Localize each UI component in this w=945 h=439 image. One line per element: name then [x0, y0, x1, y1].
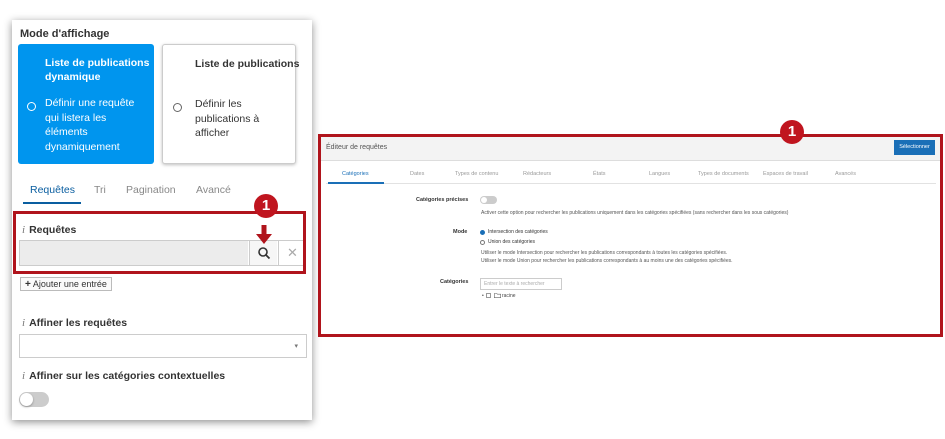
contextual-categories-label: i Affiner sur les catégories contextuelle… — [22, 370, 226, 382]
intersection-option-label: Intersection des catégories — [488, 229, 548, 235]
mode-help-union: Utiliser le mode Union pour rechercher l… — [481, 258, 733, 264]
tab-dates[interactable]: Dates — [410, 171, 424, 177]
active-tab-indicator — [23, 202, 81, 204]
query-editor-tabs: Catégories Dates Types de contenu Rédact… — [326, 168, 936, 184]
tree-bullet: • — [482, 293, 484, 299]
tab-workspaces[interactable]: Espaces de travail — [763, 171, 808, 177]
tab-avance[interactable]: Avancé — [196, 184, 231, 196]
tab-pagination[interactable]: Pagination — [126, 184, 176, 196]
folder-icon — [493, 293, 501, 299]
plus-icon: + — [25, 279, 31, 290]
card-static-list-description: Définir les publications à afficher — [195, 98, 260, 139]
union-option-label: Union des catégories — [488, 239, 535, 245]
refine-requests-select[interactable]: ▾ — [19, 334, 307, 358]
tab-categories[interactable]: Catégories — [342, 171, 369, 177]
callout-badge-right: 1 — [780, 120, 804, 144]
select-button[interactable]: Sélectionner — [894, 140, 935, 155]
category-tree: • racine — [482, 293, 516, 299]
tab-content-types[interactable]: Types de contenu — [455, 171, 498, 177]
refine-requests-label: i Affiner les requêtes — [22, 317, 128, 329]
card-dynamic-list-description: Définir une requête qui listera les élém… — [45, 97, 135, 153]
precise-categories-help: Activer cette option pour rechercher les… — [481, 210, 789, 216]
mode-help-intersection: Utiliser le mode Intersection pour reche… — [481, 250, 728, 256]
query-editor-header: Éditeur de requêtes Sélectionner — [321, 137, 940, 161]
tab-document-types[interactable]: Types de documents — [698, 171, 749, 177]
radio-static-list[interactable] — [173, 103, 182, 112]
precise-categories-toggle[interactable] — [480, 196, 497, 204]
tree-checkbox[interactable] — [486, 293, 492, 299]
callout-badge-left: 1 — [254, 194, 278, 218]
display-mode-title: Mode d'affichage — [20, 28, 110, 40]
info-icon: i — [22, 370, 26, 382]
tab-tri[interactable]: Tri — [94, 184, 106, 196]
add-entry-button[interactable]: + Ajouter une entrée — [20, 277, 112, 291]
info-icon: i — [22, 317, 26, 329]
card-dynamic-list-title: Liste de publications dynamique — [45, 57, 150, 83]
toggle-knob — [481, 197, 487, 203]
contextual-categories-toggle[interactable] — [19, 392, 49, 407]
card-static-list-title: Liste de publications — [195, 58, 300, 70]
tab-languages[interactable]: Langues — [649, 171, 670, 177]
radio-intersection[interactable] — [480, 230, 485, 235]
add-entry-label: Ajouter une entrée — [32, 279, 107, 289]
radio-union[interactable] — [480, 240, 485, 245]
arrow-down-icon — [256, 225, 272, 244]
precise-categories-label: Catégories précises — [416, 197, 469, 203]
query-editor-title: Éditeur de requêtes — [326, 144, 388, 151]
mode-label: Mode — [453, 229, 468, 235]
tab-editors[interactable]: Rédacteurs — [523, 171, 551, 177]
tree-root-label[interactable]: racine — [502, 293, 516, 299]
toggle-knob — [20, 393, 33, 406]
query-editor-highlight: Éditeur de requêtes Sélectionner Catégor… — [318, 134, 943, 337]
categories-label: Catégories — [440, 279, 469, 285]
tab-advanced[interactable]: Avancés — [835, 171, 856, 177]
tab-states[interactable]: États — [593, 171, 606, 177]
card-dynamic-list[interactable]: Liste de publications dynamique Définir … — [18, 44, 154, 164]
radio-dynamic-list[interactable] — [27, 102, 36, 111]
card-static-list[interactable]: Liste de publications Définir les public… — [162, 44, 299, 164]
active-tab-indicator — [328, 182, 384, 184]
chevron-down-icon: ▾ — [294, 343, 298, 350]
categories-search-input[interactable]: Entrer le texte à rechercher — [480, 278, 562, 290]
tab-requetes[interactable]: Requêtes — [30, 184, 75, 196]
categories-search-placeholder: Entrer le texte à rechercher — [484, 281, 545, 287]
